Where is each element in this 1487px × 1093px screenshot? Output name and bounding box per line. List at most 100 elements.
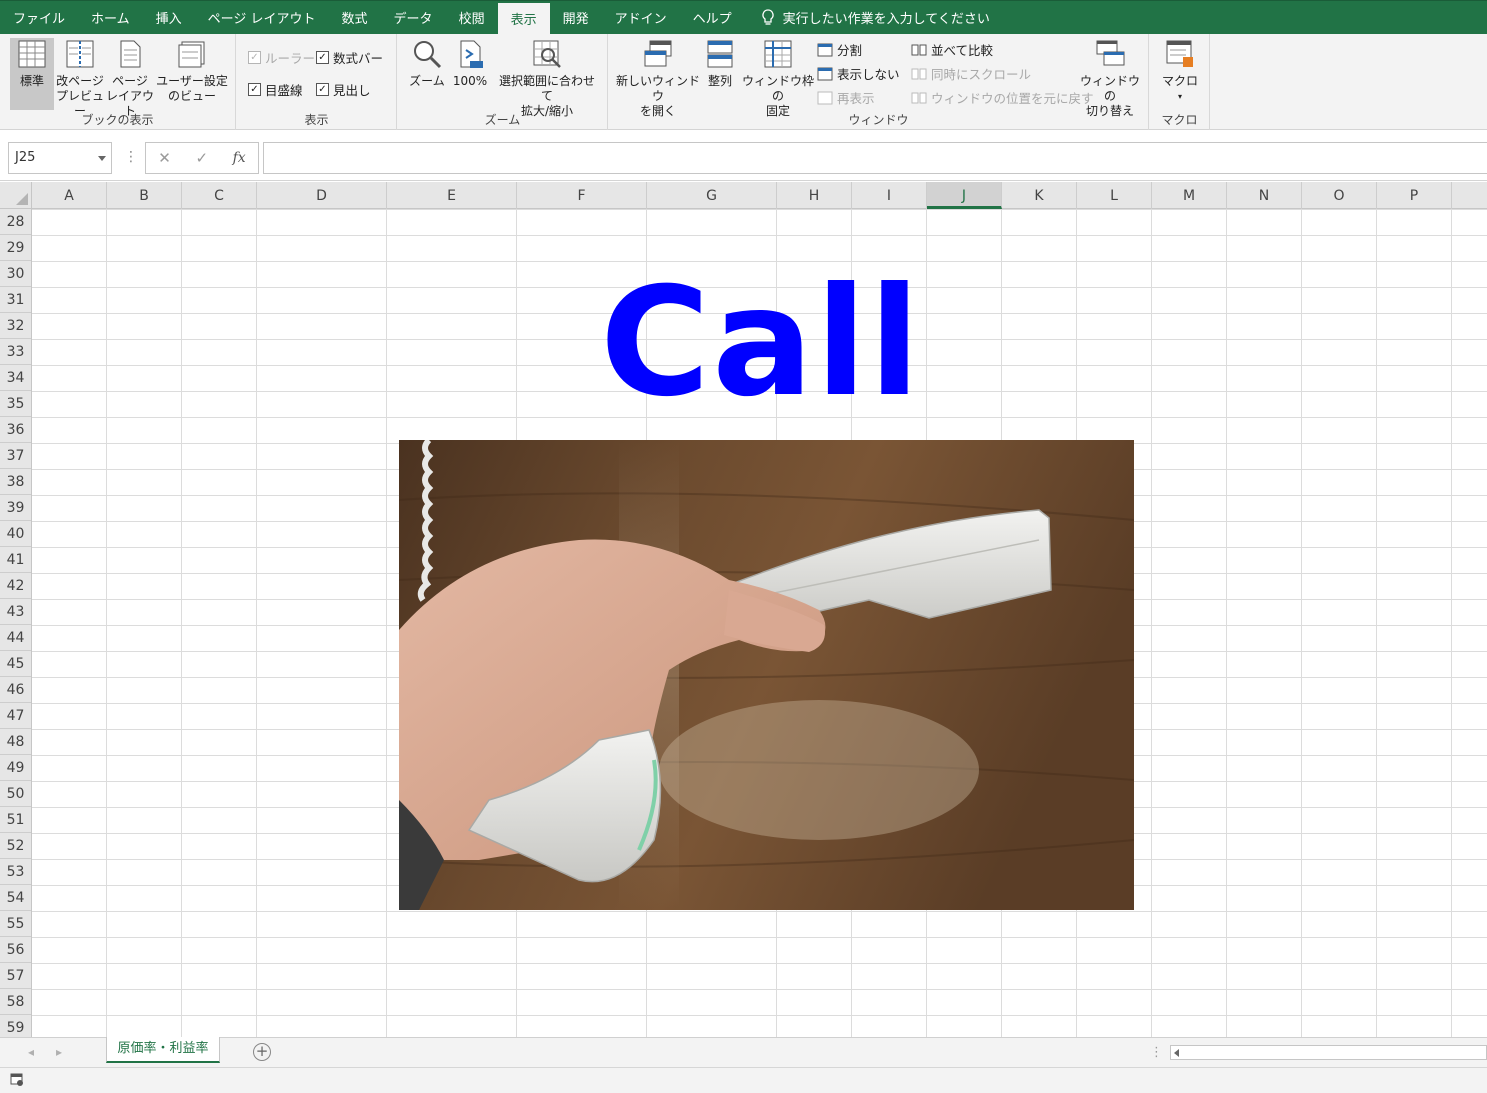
row-header-55[interactable]: 55 — [0, 911, 31, 937]
hide-window-button[interactable]: 表示しない — [817, 64, 900, 83]
row-header-36[interactable]: 36 — [0, 417, 31, 443]
zoom-button[interactable]: ズーム — [408, 38, 446, 89]
view-side-by-side-button[interactable]: 並べて比較 — [911, 40, 993, 59]
name-box[interactable]: J25 — [8, 142, 112, 174]
row-header-32[interactable]: 32 — [0, 313, 31, 339]
column-header-e[interactable]: E — [387, 182, 517, 209]
row-header-50[interactable]: 50 — [0, 781, 31, 807]
select-all-corner[interactable] — [0, 182, 32, 209]
column-header-k[interactable]: K — [1002, 182, 1077, 209]
macro-record-icon[interactable] — [10, 1073, 24, 1086]
row-header-41[interactable]: 41 — [0, 547, 31, 573]
row-header-59[interactable]: 59 — [0, 1015, 31, 1037]
ruler-checkbox[interactable]: ✓ ルーラー — [248, 48, 315, 67]
split-button[interactable]: 分割 — [817, 40, 862, 59]
row-header-31[interactable]: 31 — [0, 287, 31, 313]
tell-me-box[interactable]: 実行したい作業を入力してください — [745, 1, 990, 34]
column-header-h[interactable]: H — [777, 182, 852, 209]
row-header-35[interactable]: 35 — [0, 391, 31, 417]
column-header-n[interactable]: N — [1227, 182, 1302, 209]
switch-windows-button[interactable]: ウィンドウの 切り替え — [1077, 38, 1143, 119]
row-header-43[interactable]: 43 — [0, 599, 31, 625]
arrange-all-button[interactable]: 整列 — [703, 38, 737, 89]
tab-home[interactable]: ホーム — [78, 1, 143, 34]
row-header-57[interactable]: 57 — [0, 963, 31, 989]
row-header-42[interactable]: 42 — [0, 573, 31, 599]
row-header-40[interactable]: 40 — [0, 521, 31, 547]
formula-bar-resize-handle[interactable]: ⋮ — [124, 149, 138, 165]
add-sheet-icon[interactable]: + — [253, 1043, 271, 1061]
scroll-left-icon[interactable] — [1174, 1049, 1179, 1057]
row-header-48[interactable]: 48 — [0, 729, 31, 755]
macros-button[interactable]: マクロ ▾ — [1162, 38, 1198, 104]
tab-data[interactable]: データ — [381, 1, 446, 34]
page-break-preview-button[interactable]: 改ページ プレビュー — [56, 38, 104, 119]
column-header-d[interactable]: D — [257, 182, 387, 209]
tab-formulas[interactable]: 数式 — [329, 1, 381, 34]
sync-scroll-button[interactable]: 同時にスクロール — [911, 64, 1031, 83]
row-header-44[interactable]: 44 — [0, 625, 31, 651]
row-header-46[interactable]: 46 — [0, 677, 31, 703]
new-window-button[interactable]: 新しいウィンドウ を開く — [615, 38, 701, 119]
row-header-38[interactable]: 38 — [0, 469, 31, 495]
custom-views-button[interactable]: ユーザー設定 のビュー — [156, 38, 228, 104]
column-header-f[interactable]: F — [517, 182, 647, 209]
zoom-100-button[interactable]: 100% — [450, 38, 490, 89]
row-header-52[interactable]: 52 — [0, 833, 31, 859]
tab-split-handle[interactable]: ⋮ — [1150, 1045, 1163, 1060]
row-header-58[interactable]: 58 — [0, 989, 31, 1015]
column-header-l[interactable]: L — [1077, 182, 1152, 209]
row-header-39[interactable]: 39 — [0, 495, 31, 521]
horizontal-scrollbar[interactable] — [1170, 1045, 1487, 1060]
column-header-c[interactable]: C — [182, 182, 257, 209]
tab-review[interactable]: 校閲 — [446, 1, 498, 34]
row-header-34[interactable]: 34 — [0, 365, 31, 391]
zoom-to-selection-button[interactable]: 選択範囲に合わせて 拡大/縮小 — [494, 38, 600, 119]
tab-help[interactable]: ヘルプ — [680, 1, 745, 34]
row-header-49[interactable]: 49 — [0, 755, 31, 781]
prev-sheet-arrow-icon[interactable]: ◂ — [28, 1045, 34, 1059]
page-layout-view-button[interactable]: ページ レイアウト — [106, 38, 154, 119]
column-header-p[interactable]: P — [1377, 182, 1452, 209]
row-header-29[interactable]: 29 — [0, 235, 31, 261]
row-header-28[interactable]: 28 — [0, 209, 31, 235]
headings-checkbox[interactable]: ✓ 見出し — [316, 80, 371, 99]
insert-function-icon[interactable]: fx — [233, 150, 246, 166]
column-header-a[interactable]: A — [32, 182, 107, 209]
row-header-30[interactable]: 30 — [0, 261, 31, 287]
normal-view-button[interactable]: 標準 — [10, 38, 54, 110]
row-header-54[interactable]: 54 — [0, 885, 31, 911]
reset-window-position-button[interactable]: ウィンドウの位置を元に戻す — [911, 88, 1094, 107]
call-heading-text[interactable]: Call — [600, 268, 922, 418]
enter-check-icon[interactable]: ✓ — [195, 149, 208, 167]
chevron-down-icon[interactable] — [98, 156, 106, 161]
formula-bar-checkbox[interactable]: ✓ 数式バー — [316, 48, 383, 67]
tab-developer[interactable]: 開発 — [550, 1, 602, 34]
row-header-45[interactable]: 45 — [0, 651, 31, 677]
column-header-g[interactable]: G — [647, 182, 777, 209]
column-header-i[interactable]: I — [852, 182, 927, 209]
telephone-photo[interactable] — [399, 440, 1134, 910]
unhide-window-button[interactable]: 再表示 — [817, 88, 875, 107]
column-header-b[interactable]: B — [107, 182, 182, 209]
next-sheet-arrow-icon[interactable]: ▸ — [56, 1045, 62, 1059]
row-header-37[interactable]: 37 — [0, 443, 31, 469]
tab-page-layout[interactable]: ページ レイアウト — [195, 1, 329, 34]
cancel-icon[interactable]: ✕ — [158, 149, 171, 167]
formula-input[interactable] — [263, 142, 1487, 174]
row-header-56[interactable]: 56 — [0, 937, 31, 963]
freeze-panes-button[interactable]: ウィンドウ枠の 固定 — [741, 38, 815, 119]
row-header-47[interactable]: 47 — [0, 703, 31, 729]
tab-file[interactable]: ファイル — [0, 1, 78, 34]
column-header-o[interactable]: O — [1302, 182, 1377, 209]
tab-insert[interactable]: 挿入 — [143, 1, 195, 34]
row-header-33[interactable]: 33 — [0, 339, 31, 365]
column-header-m[interactable]: M — [1152, 182, 1227, 209]
column-header-j[interactable]: J — [927, 182, 1002, 209]
gridlines-checkbox[interactable]: ✓ 目盛線 — [248, 80, 303, 99]
tab-addins[interactable]: アドイン — [602, 1, 680, 34]
row-header-51[interactable]: 51 — [0, 807, 31, 833]
sheet-tab-active[interactable]: 原価率・利益率 — [106, 1037, 220, 1063]
tab-view[interactable]: 表示 — [497, 3, 550, 34]
row-header-53[interactable]: 53 — [0, 859, 31, 885]
